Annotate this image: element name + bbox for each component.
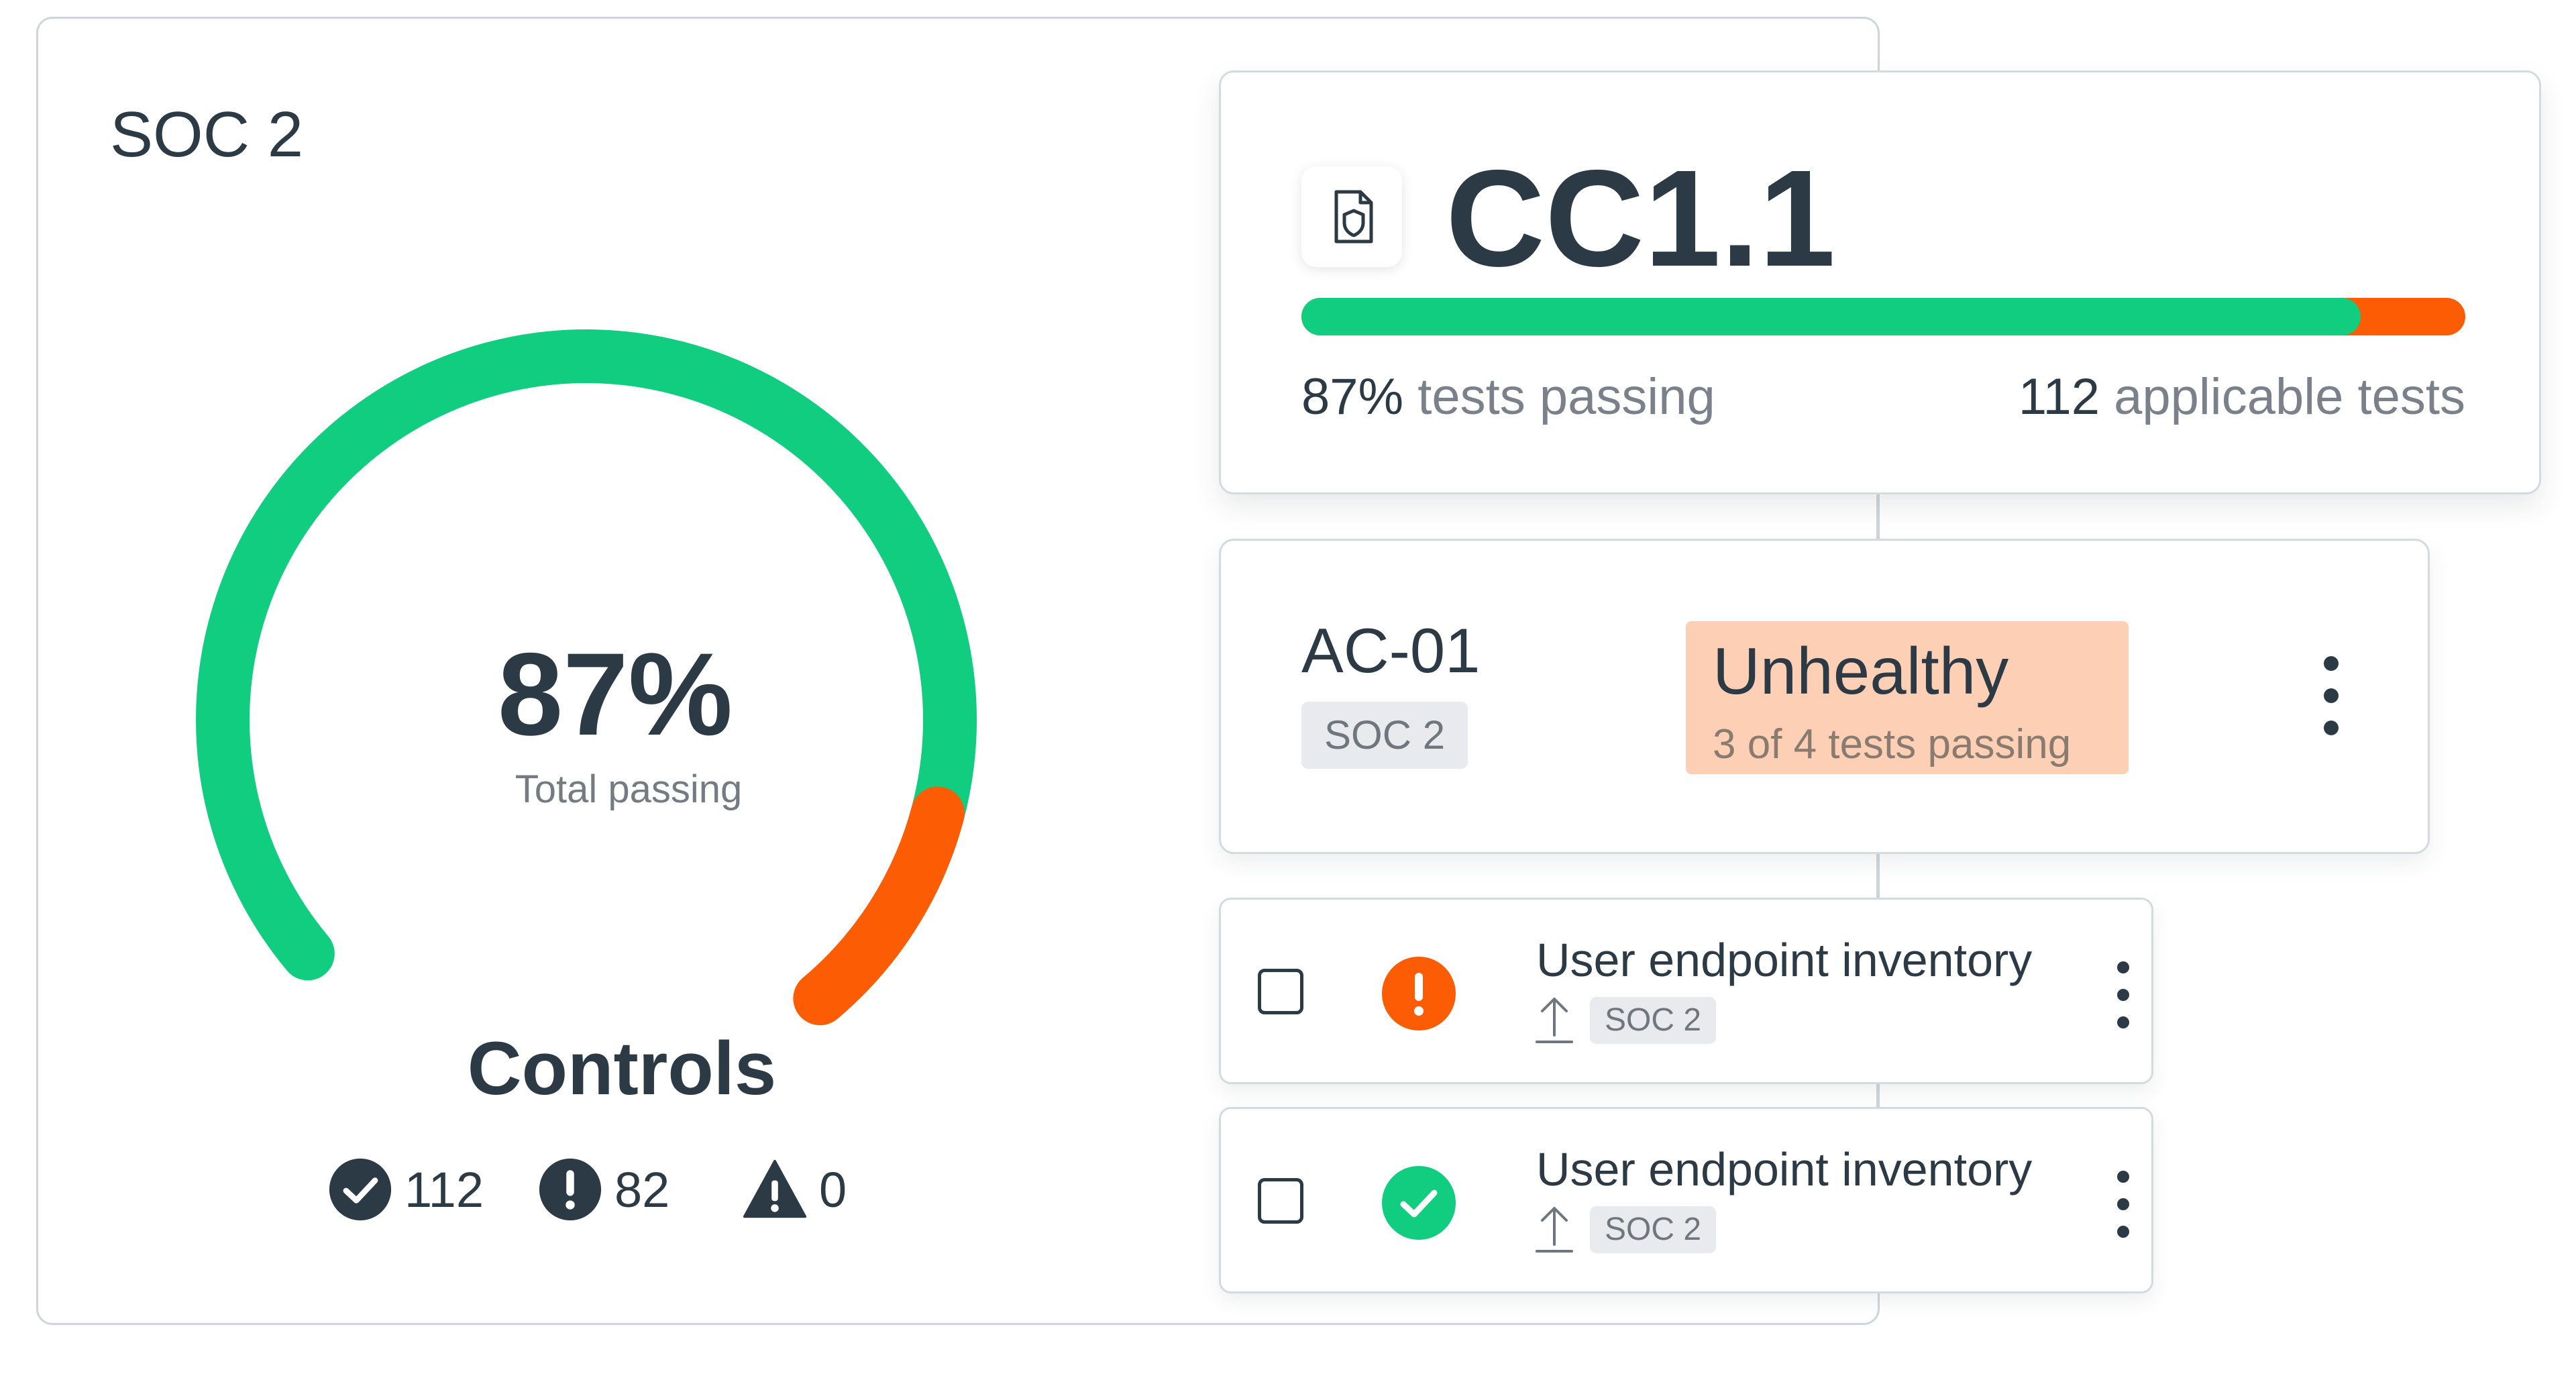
control-title: CC1.1	[1446, 142, 1836, 295]
tests-passing-summary: 87% tests passing	[1301, 368, 1715, 426]
framework-tag: SOC 2	[1590, 997, 1717, 1044]
exclamation-circle-icon	[539, 1158, 602, 1221]
upload-arrow-icon	[1536, 998, 1573, 1043]
control-id: AC-01	[1301, 615, 1481, 686]
tests-passing-label: tests passing	[1403, 368, 1715, 425]
more-options-icon[interactable]	[2115, 1171, 2131, 1238]
check-circle-icon	[1382, 1166, 1456, 1240]
status-title: Unhealthy	[1713, 634, 2009, 708]
framework-tag: SOC 2	[1590, 1206, 1717, 1253]
gauge-percent: 87%	[497, 629, 733, 760]
status-detail: 3 of 4 tests passing	[1713, 721, 2072, 767]
tests-progress-bar	[1301, 298, 2465, 335]
applicable-tests-label: applicable tests	[2100, 368, 2465, 425]
connector-line	[1876, 1084, 1879, 1107]
stat-passing-count: 112	[405, 1161, 484, 1218]
select-checkbox[interactable]	[1258, 969, 1303, 1014]
control-card[interactable]: CC1.1 87% tests passing 112 applicable t…	[1219, 70, 2541, 494]
framework-tag: SOC 2	[1301, 702, 1468, 769]
controls-title: Controls	[467, 1026, 777, 1110]
connector-line	[1876, 854, 1879, 898]
document-shield-icon	[1334, 190, 1373, 244]
status-badge: Unhealthy 3 of 4 tests passing	[1686, 621, 2129, 774]
more-options-icon[interactable]	[2115, 961, 2131, 1028]
stat-warning-count: 0	[819, 1161, 847, 1218]
test-title: User endpoint inventory	[1536, 1143, 2033, 1196]
gauge-failing-arc	[793, 786, 965, 1026]
applicable-tests-summary: 112 applicable tests	[2019, 368, 2465, 426]
upload-arrow-icon	[1536, 1207, 1573, 1253]
test-list-item[interactable]: User endpoint inventory SOC 2	[1219, 1107, 2153, 1293]
test-list-item[interactable]: User endpoint inventory SOC 2	[1219, 898, 2153, 1084]
select-checkbox[interactable]	[1258, 1178, 1303, 1224]
more-options-icon[interactable]	[2321, 656, 2341, 735]
check-circle-icon	[329, 1158, 392, 1221]
connector-line	[1876, 494, 1879, 539]
test-title: User endpoint inventory	[1536, 934, 2033, 986]
tests-passing-value: 87%	[1301, 368, 1404, 425]
exclamation-circle-icon	[1382, 957, 1456, 1030]
tests-progress-fill	[1301, 298, 2361, 335]
document-icon-box	[1301, 166, 1402, 267]
stat-passing: 112	[328, 1153, 484, 1226]
stat-failing-count: 82	[614, 1161, 670, 1218]
stat-failing: 82	[538, 1153, 669, 1226]
gauge-subtitle: Total passing	[515, 767, 743, 811]
applicable-tests-value: 112	[2018, 368, 2100, 425]
warning-triangle-icon	[743, 1159, 807, 1218]
stat-warning: 0	[743, 1153, 847, 1226]
control-row-card[interactable]: AC-01 SOC 2 Unhealthy 3 of 4 tests passi…	[1219, 539, 2430, 854]
